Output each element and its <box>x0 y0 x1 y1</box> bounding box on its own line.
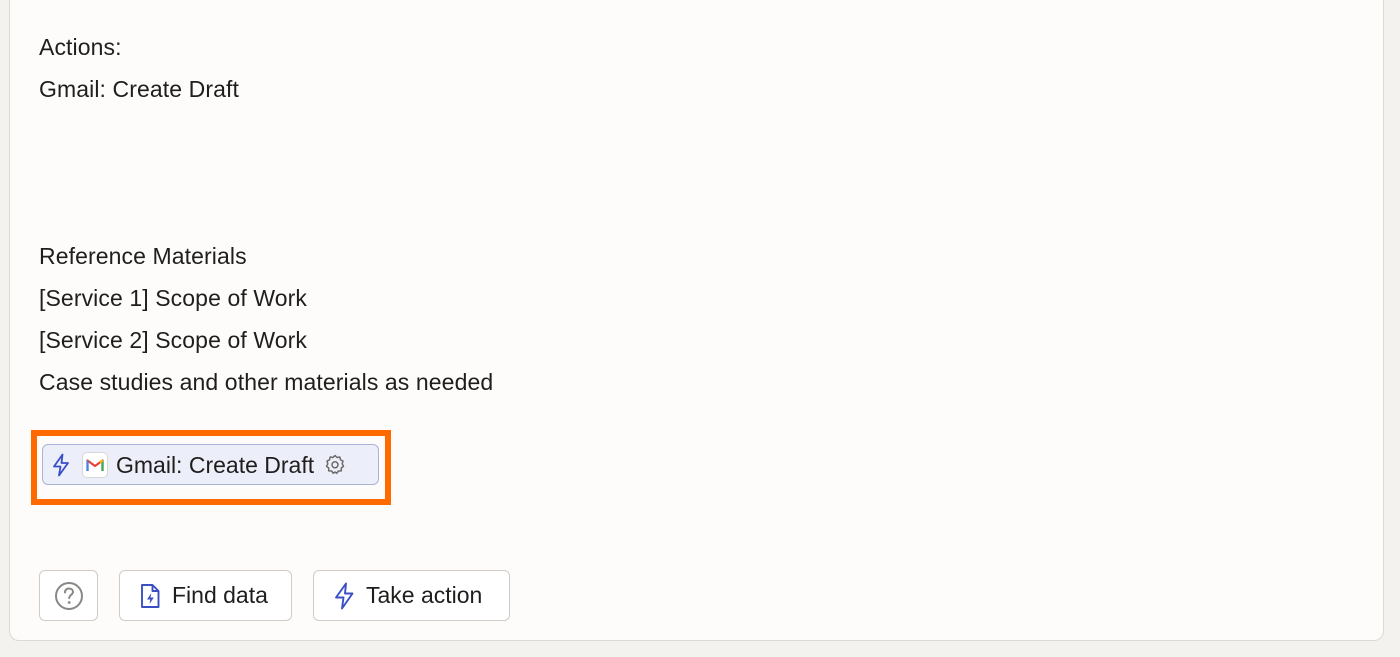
find-data-label: Find data <box>172 582 268 608</box>
gmail-logo-icon <box>82 451 108 478</box>
gmail-create-draft-action-chip[interactable]: Gmail: Create Draft <box>42 444 379 485</box>
help-button[interactable] <box>39 570 98 621</box>
chip-label: Gmail: Create Draft <box>116 451 315 478</box>
actions-item: Gmail: Create Draft <box>39 76 240 102</box>
gear-icon[interactable] <box>323 453 347 477</box>
reference-item: [Service 1] Scope of Work <box>39 285 307 311</box>
lightning-bolt-icon <box>50 452 72 478</box>
actions-heading: Actions: <box>39 34 122 60</box>
reference-item: Case studies and other materials as need… <box>39 369 494 395</box>
reference-materials-heading: Reference Materials <box>39 243 247 269</box>
question-circle-icon <box>54 581 84 611</box>
file-lightning-icon <box>137 582 163 610</box>
editor-panel: Actions: Gmail: Create Draft Reference M… <box>9 0 1384 641</box>
reference-item: [Service 2] Scope of Work <box>39 327 307 353</box>
take-action-button[interactable]: Take action <box>313 570 510 621</box>
take-action-label: Take action <box>366 582 483 608</box>
find-data-button[interactable]: Find data <box>119 570 292 621</box>
lightning-bolt-icon <box>331 582 357 610</box>
